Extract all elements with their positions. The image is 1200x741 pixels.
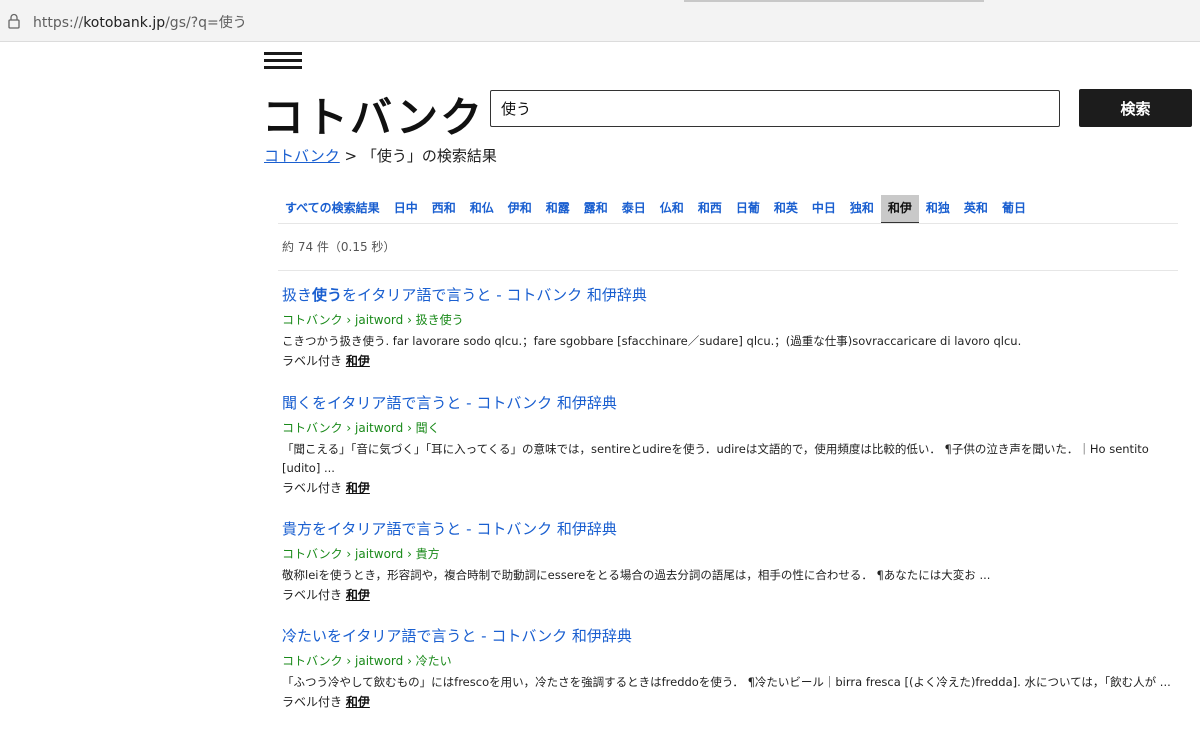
breadcrumb-home-link[interactable]: コトバンク [264,147,340,165]
tab-nicchu[interactable]: 日中 [387,195,425,224]
tab-iwa[interactable]: 伊和 [501,195,539,224]
tab-wasei[interactable]: 和西 [691,195,729,224]
breadcrumb: コトバンク > 「使う」の検索結果 [264,145,497,166]
result-path[interactable]: コトバンク › jaitword › 扱き使う [282,311,1172,328]
tab-all[interactable]: すべての検索結果 [278,195,387,224]
tab-wadoku[interactable]: 和独 [919,195,957,224]
label-link[interactable]: 和伊 [346,354,370,368]
lock-icon [8,13,20,29]
result-item: 貴方をイタリア語で言うと - コトバンク 和伊辞典 コトバンク › jaitwo… [282,518,1172,603]
tab-wafutsu[interactable]: 和仏 [463,195,501,224]
tabs-divider [278,223,1178,224]
url-path: /gs/?q=使う [165,15,247,31]
label-link[interactable]: 和伊 [346,695,370,709]
result-snippet: 敬称leiを使うとき，形容詞や，複合時制で助動詞にessereをとる場合の過去分… [282,568,991,582]
tab-futsuwa[interactable]: 仏和 [653,195,691,224]
result-snippet: こきつかう扱き使う. far lavorare sodo qlcu.；fare … [282,334,1022,348]
tab-chunichi[interactable]: 中日 [805,195,843,224]
url-host: kotobank.jp [83,15,166,31]
result-title-link[interactable]: 聞くをイタリア語で言うと - コトバンク 和伊辞典 [282,392,1172,413]
result-path[interactable]: コトバンク › jaitword › 貴方 [282,545,1172,562]
results-divider [278,270,1178,271]
label-link[interactable]: 和伊 [346,481,370,495]
result-label: ラベル付き 和伊 [282,695,370,709]
result-label: ラベル付き 和伊 [282,588,370,602]
search-button[interactable]: 検索 [1079,89,1192,127]
breadcrumb-separator: > [344,147,358,165]
url-prefix: https:// [33,15,84,31]
menu-icon[interactable] [264,52,302,70]
tab-rowa[interactable]: 露和 [577,195,615,224]
result-title-link[interactable]: 貴方をイタリア語で言うと - コトバンク 和伊辞典 [282,518,1172,539]
result-item: 冷たいをイタリア語で言うと - コトバンク 和伊辞典 コトバンク › jaitw… [282,625,1172,710]
result-title-link[interactable]: 扱き使うをイタリア語で言うと - コトバンク 和伊辞典 [282,284,1172,305]
tab-waro[interactable]: 和露 [539,195,577,224]
tab-nippo[interactable]: 日葡 [729,195,767,224]
tab-strip-edge [684,0,984,2]
result-label: ラベル付き 和伊 [282,354,370,368]
result-snippet: 「聞こえる」「音に気づく」「耳に入ってくる」の意味では，sentireとudir… [282,442,1149,475]
search-input[interactable] [490,90,1060,127]
label-link[interactable]: 和伊 [346,588,370,602]
tab-waei[interactable]: 和英 [767,195,805,224]
breadcrumb-current: 「使う」の検索結果 [361,147,497,165]
browser-address-bar[interactable]: https://kotobank.jp/gs/?q=使う [0,0,1200,42]
result-item: 扱き使うをイタリア語で言うと - コトバンク 和伊辞典 コトバンク › jait… [282,284,1172,369]
result-path[interactable]: コトバンク › jaitword › 冷たい [282,652,1172,669]
result-count: 約 74 件（0.15 秒） [282,240,396,254]
url-text[interactable]: https://kotobank.jp/gs/?q=使う [33,12,247,32]
tab-seiwa[interactable]: 西和 [425,195,463,224]
tab-dokuwa[interactable]: 独和 [843,195,881,224]
tab-ponichi[interactable]: 葡日 [995,195,1033,224]
tab-tainichi[interactable]: 泰日 [615,195,653,224]
result-title-link[interactable]: 冷たいをイタリア語で言うと - コトバンク 和伊辞典 [282,625,1172,646]
result-item: 聞くをイタリア語で言うと - コトバンク 和伊辞典 コトバンク › jaitwo… [282,392,1172,496]
result-label: ラベル付き 和伊 [282,481,370,495]
site-logo[interactable]: コトバンク [262,84,484,145]
dictionary-tabs: すべての検索結果 日中 西和 和仏 伊和 和露 露和 泰日 仏和 和西 日葡 和… [278,195,1033,225]
tab-eiwa[interactable]: 英和 [957,195,995,224]
result-snippet: 「ふつう冷やして飲むもの」にはfrescoを用い，冷たさを強調するときはfred… [282,675,1171,689]
result-path[interactable]: コトバンク › jaitword › 聞く [282,419,1172,436]
tab-wai[interactable]: 和伊 [880,195,919,224]
